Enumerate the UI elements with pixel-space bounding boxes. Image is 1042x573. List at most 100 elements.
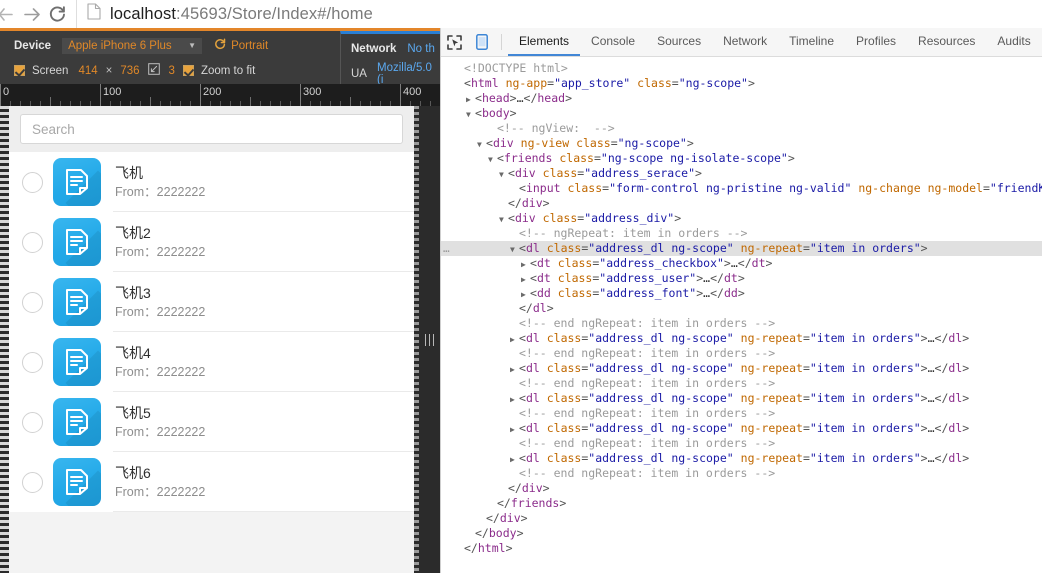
dom-tree-row[interactable]: </div>: [441, 196, 1042, 211]
dom-tree-row[interactable]: <!-- end ngRepeat: item in orders -->: [441, 436, 1042, 451]
address-list-item[interactable]: 飞机6 From：2222222: [9, 452, 414, 512]
ruler-tick-major: [200, 84, 201, 106]
dom-token-attr: class: [542, 211, 578, 225]
address-list-item[interactable]: 飞机4 From：2222222: [9, 332, 414, 392]
expand-triangle-closed-icon[interactable]: ▶: [510, 422, 519, 437]
screen-checkbox[interactable]: [14, 65, 25, 76]
expand-triangle-open-icon[interactable]: ▼: [510, 242, 519, 257]
screen-height-value[interactable]: 736: [120, 65, 139, 77]
dom-tree-row[interactable]: ▼ <div class="address_serace">: [441, 166, 1042, 181]
expand-triangle-open-icon[interactable]: ▼: [488, 152, 497, 167]
dom-tree-row[interactable]: <!-- ngRepeat: item in orders -->: [441, 226, 1042, 241]
dom-token-attr: ng-repeat: [740, 391, 803, 405]
dom-tree-row[interactable]: <!-- end ngRepeat: item in orders -->: [441, 346, 1042, 361]
address-item-text: 飞机5 From：2222222: [115, 403, 205, 442]
tab-network[interactable]: Network: [712, 28, 778, 56]
dom-tree-row[interactable]: ▶ <dt class="address_checkbox">…</dt>: [441, 256, 1042, 271]
user-agent-value[interactable]: Mozilla/5.0 (i: [377, 62, 440, 85]
dom-token-punct: <: [464, 76, 471, 90]
expand-triangle-open-icon[interactable]: ▼: [499, 167, 508, 182]
address-list-item[interactable]: 飞机2 From：2222222: [9, 212, 414, 272]
device-label: Device: [14, 39, 52, 52]
expand-triangle-open-icon[interactable]: ▼: [477, 137, 486, 152]
address-list-item[interactable]: 飞机 From：2222222: [9, 152, 414, 212]
expand-triangle-closed-icon[interactable]: ▶: [521, 257, 530, 272]
inspect-element-button[interactable]: [441, 28, 468, 56]
dom-tree-row[interactable]: <!-- end ngRepeat: item in orders -->: [441, 316, 1042, 331]
dom-tree[interactable]: <!DOCTYPE html> <html ng-app="app_store" …: [441, 57, 1042, 573]
address-bar[interactable]: localhost:45693/Store/Index#/home: [76, 0, 1042, 28]
zoom-to-fit-checkbox[interactable]: [182, 65, 194, 76]
address-item-checkbox[interactable]: [22, 231, 43, 253]
dom-tree-row[interactable]: ▶ <dd class="address_font">…</dd>: [441, 286, 1042, 301]
address-list-item[interactable]: 飞机3 From：2222222: [9, 272, 414, 332]
tab-console[interactable]: Console: [580, 28, 646, 56]
dom-tree-row[interactable]: <!-- end ngRepeat: item in orders -->: [441, 376, 1042, 391]
expand-triangle-closed-icon[interactable]: ▶: [510, 332, 519, 347]
dom-tree-row[interactable]: </friends>: [441, 496, 1042, 511]
dom-tree-row[interactable]: <!-- ngView: -->: [441, 121, 1042, 136]
expand-triangle-closed-icon[interactable]: ▶: [521, 287, 530, 302]
orientation-button[interactable]: Portrait: [214, 38, 268, 53]
screen-width-value[interactable]: 414: [78, 65, 97, 77]
dom-token-punct: [734, 421, 741, 435]
dom-tree-row[interactable]: <!-- end ngRepeat: item in orders -->: [441, 466, 1042, 481]
dom-token-attr: class: [567, 181, 603, 195]
expand-triangle-closed-icon[interactable]: ▶: [521, 272, 530, 287]
dom-token-punct: [561, 181, 568, 195]
dom-tree-row[interactable]: ▼ <friends class="ng-scope ng-isolate-sco…: [441, 151, 1042, 166]
dom-token-attr: class: [546, 361, 582, 375]
address-item-checkbox[interactable]: [22, 171, 43, 193]
dom-tree-row[interactable]: <!-- end ngRepeat: item in orders -->: [441, 406, 1042, 421]
address-item-checkbox[interactable]: [22, 471, 43, 493]
address-item-checkbox[interactable]: [22, 411, 43, 433]
expand-triangle-open-icon[interactable]: ▼: [499, 212, 508, 227]
address-item-checkbox[interactable]: [22, 291, 43, 313]
expand-triangle-closed-icon[interactable]: ▶: [510, 362, 519, 377]
network-throttling-value[interactable]: No th: [407, 43, 435, 55]
dom-tree-row[interactable]: ▶ <head>…</head>: [441, 91, 1042, 106]
toggle-device-mode-button[interactable]: [468, 28, 495, 56]
dom-tree-row[interactable]: ▶ <dl class="address_dl ng-scope" ng-repe…: [441, 331, 1042, 346]
dom-tree-row[interactable]: ▶ <dl class="address_dl ng-scope" ng-repe…: [441, 391, 1042, 406]
expand-triangle-closed-icon[interactable]: ▶: [510, 392, 519, 407]
dom-tree-row[interactable]: </body>: [441, 526, 1042, 541]
address-item-checkbox[interactable]: [22, 351, 43, 373]
dom-tree-row[interactable]: … ▼ <dl class = "address_dl ng-scope" ng-rep…: [441, 241, 1042, 256]
dom-tree-row[interactable]: ▼ <div ng-view class="ng-scope">: [441, 136, 1042, 151]
viewport-resize-handle[interactable]: [419, 106, 440, 573]
tab-profiles[interactable]: Profiles: [845, 28, 907, 56]
page-bottom-filler: [9, 512, 414, 572]
dom-tree-row[interactable]: <!DOCTYPE html>: [441, 61, 1042, 76]
tab-elements[interactable]: Elements: [508, 28, 581, 56]
dom-tree-row[interactable]: ▶ <dt class="address_user">…</dt>: [441, 271, 1042, 286]
reload-button[interactable]: [44, 1, 70, 27]
dom-tree-row[interactable]: ▼ <div class="address_div">: [441, 211, 1042, 226]
dom-tree-row[interactable]: <input class = "form-control ng-pristine n…: [441, 181, 1042, 196]
dom-tree-row[interactable]: ▶ <dl class="address_dl ng-scope" ng-repe…: [441, 421, 1042, 436]
device-select[interactable]: Apple iPhone 6 Plus ▼: [62, 37, 203, 54]
dom-tree-row[interactable]: </div>: [441, 481, 1042, 496]
tab-resources[interactable]: Resources: [907, 28, 986, 56]
dom-tree-row[interactable]: ▶ <dl class="address_dl ng-scope" ng-repe…: [441, 451, 1042, 466]
tab-timeline[interactable]: Timeline: [778, 28, 845, 56]
dom-token-tag: dl: [525, 361, 540, 375]
expand-triangle-open-icon[interactable]: ▼: [466, 107, 475, 122]
dom-token-attr: ng-repeat: [740, 331, 803, 345]
device-pixel-ratio-value[interactable]: 3: [169, 65, 175, 77]
forward-button[interactable]: [18, 1, 44, 27]
address-list-item[interactable]: 飞机5 From：2222222: [9, 392, 414, 452]
dom-tree-row[interactable]: </div>: [441, 511, 1042, 526]
dom-tree-row[interactable]: ▼ <body>: [441, 106, 1042, 121]
search-input[interactable]: [20, 114, 403, 144]
tab-sources[interactable]: Sources: [646, 28, 712, 56]
back-button[interactable]: [0, 1, 18, 27]
tab-audits[interactable]: Audits: [986, 28, 1041, 56]
dom-tree-row[interactable]: </html>: [441, 541, 1042, 556]
dom-token-val: "address_dl ng-scope": [588, 241, 734, 255]
dom-tree-row[interactable]: </dl>: [441, 301, 1042, 316]
dom-tree-row[interactable]: ▶ <dl class="address_dl ng-scope" ng-repe…: [441, 361, 1042, 376]
expand-triangle-closed-icon[interactable]: ▶: [466, 92, 475, 107]
dom-tree-row[interactable]: <html ng-app="app_store" class="ng-scope…: [441, 76, 1042, 91]
expand-triangle-closed-icon[interactable]: ▶: [510, 452, 519, 467]
